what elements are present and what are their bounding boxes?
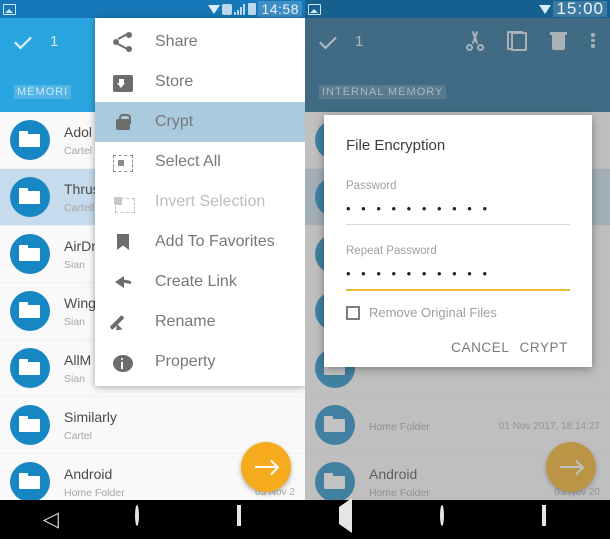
- password-field-group: Password • • • • • • • • • •: [346, 180, 570, 225]
- menu-item-share[interactable]: Share: [95, 22, 305, 62]
- left-clock: 14:58: [258, 1, 302, 17]
- select-all-icon: [113, 154, 133, 172]
- remove-original-files-checkbox-row[interactable]: Remove Original Files: [346, 305, 570, 320]
- wifi-icon: [208, 4, 221, 14]
- menu-item-label: Property: [155, 353, 216, 370]
- file-subtitle: Home Folder: [64, 486, 125, 499]
- pencil-icon: [113, 312, 133, 332]
- check-icon[interactable]: [14, 35, 32, 48]
- share-icon: [113, 32, 133, 52]
- menu-item-rename[interactable]: Rename: [95, 302, 305, 342]
- right-navigation-bar: [305, 497, 610, 539]
- left-status-bar: 14:58: [0, 0, 305, 18]
- file-subtitle: Cartel: [64, 144, 93, 157]
- menu-item-add-to-favorites[interactable]: Add To Favorites: [95, 222, 305, 262]
- menu-item-crypt[interactable]: Crypt: [95, 102, 305, 142]
- folder-icon: [10, 177, 50, 217]
- password-label: Password: [346, 180, 397, 192]
- recent-square-icon: [237, 504, 242, 526]
- folder-icon: [10, 234, 50, 274]
- crypt-button[interactable]: CRYPT: [519, 340, 568, 355]
- menu-item-label: Add To Favorites: [155, 233, 275, 250]
- file-subtitle: Cartel: [64, 429, 93, 442]
- menu-item-label: Invert Selection: [155, 193, 266, 210]
- menu-item-label: Select All: [155, 153, 221, 170]
- dialog-title: File Encryption: [346, 137, 446, 154]
- file-subtitle: Sian: [64, 372, 86, 385]
- home-circle-icon: [135, 504, 140, 526]
- repeat-password-field-group: Repeat Password • • • • • • • • • •: [346, 245, 570, 291]
- file-name: Android: [64, 465, 113, 482]
- right-status-bar: 15:00: [305, 0, 610, 18]
- folder-icon: [10, 120, 50, 160]
- nav-back-button[interactable]: ◁: [34, 507, 68, 533]
- sync-icon: [222, 3, 233, 15]
- menu-item-label: Rename: [155, 313, 216, 330]
- nav-home-button[interactable]: [135, 504, 169, 533]
- cancel-button[interactable]: CANCEL: [451, 340, 509, 355]
- link-arrow-icon: [113, 272, 133, 292]
- invert-select-icon: [114, 196, 135, 213]
- file-name: AllM: [64, 351, 92, 368]
- overflow-menu[interactable]: Share Store Crypt Select All Invert Sele…: [95, 18, 305, 386]
- right-clock: 15:00: [553, 0, 607, 17]
- folder-icon: [10, 348, 50, 388]
- screenshot-root: 14:58 1 MEMORI Adol Hide Cartel: [0, 0, 610, 539]
- battery-icon: [248, 3, 257, 15]
- photo-icon: [3, 3, 16, 15]
- menu-item-label: Store: [155, 73, 194, 90]
- file-subtitle: Cartell: [64, 201, 95, 214]
- menu-item-label: Create Link: [155, 273, 237, 290]
- file-subtitle: Sian: [64, 258, 86, 271]
- menu-item-create-link[interactable]: Create Link: [95, 262, 305, 302]
- lock-icon: [113, 112, 133, 132]
- repeat-password-label: Repeat Password: [346, 245, 437, 257]
- selected-count: 1: [50, 32, 59, 50]
- checkbox-label: Remove Original Files: [369, 305, 497, 320]
- nav-home-button[interactable]: [440, 504, 474, 533]
- folder-icon: [10, 462, 50, 500]
- menu-item-label: Crypt: [155, 113, 194, 130]
- nav-recent-button[interactable]: [237, 504, 271, 533]
- left-phone-panel: 14:58 1 MEMORI Adol Hide Cartel: [0, 0, 305, 539]
- store-icon: [113, 74, 133, 92]
- checkbox-icon[interactable]: [346, 305, 360, 320]
- file-name: AirDr: [64, 237, 96, 254]
- folder-icon: [10, 291, 50, 331]
- folder-icon: [10, 405, 50, 445]
- menu-item-label: Share: [155, 33, 198, 50]
- file-name: Similarly: [64, 408, 117, 425]
- info-icon: [113, 354, 133, 372]
- right-phone-panel: 15:00 1 INTERNAL MEMORY Home Folder 01 N…: [305, 0, 610, 539]
- wifi-icon: [539, 4, 552, 14]
- recent-square-icon: [542, 504, 547, 526]
- photo-icon: [308, 3, 321, 15]
- home-circle-icon: [440, 504, 445, 526]
- password-input[interactable]: • • • • • • • • • •: [346, 201, 570, 225]
- nav-recent-button[interactable]: [542, 504, 576, 533]
- file-subtitle: Sian: [64, 315, 86, 328]
- nav-back-button[interactable]: [338, 497, 373, 533]
- menu-item-invert-selection[interactable]: Invert Selection: [95, 182, 305, 222]
- signal-icon: [234, 3, 246, 15]
- file-encryption-dialog: File Encryption Password • • • • • • • •…: [324, 115, 592, 367]
- back-triangle-icon: [338, 497, 352, 533]
- bookmark-icon: [113, 232, 133, 252]
- repeat-password-input[interactable]: • • • • • • • • • •: [346, 266, 570, 291]
- next-fab-button[interactable]: [241, 442, 291, 492]
- left-navigation-bar: ◁: [0, 500, 305, 539]
- menu-item-store[interactable]: Store: [95, 62, 305, 102]
- menu-item-property[interactable]: Property: [95, 342, 305, 382]
- menu-item-select-all[interactable]: Select All: [95, 142, 305, 182]
